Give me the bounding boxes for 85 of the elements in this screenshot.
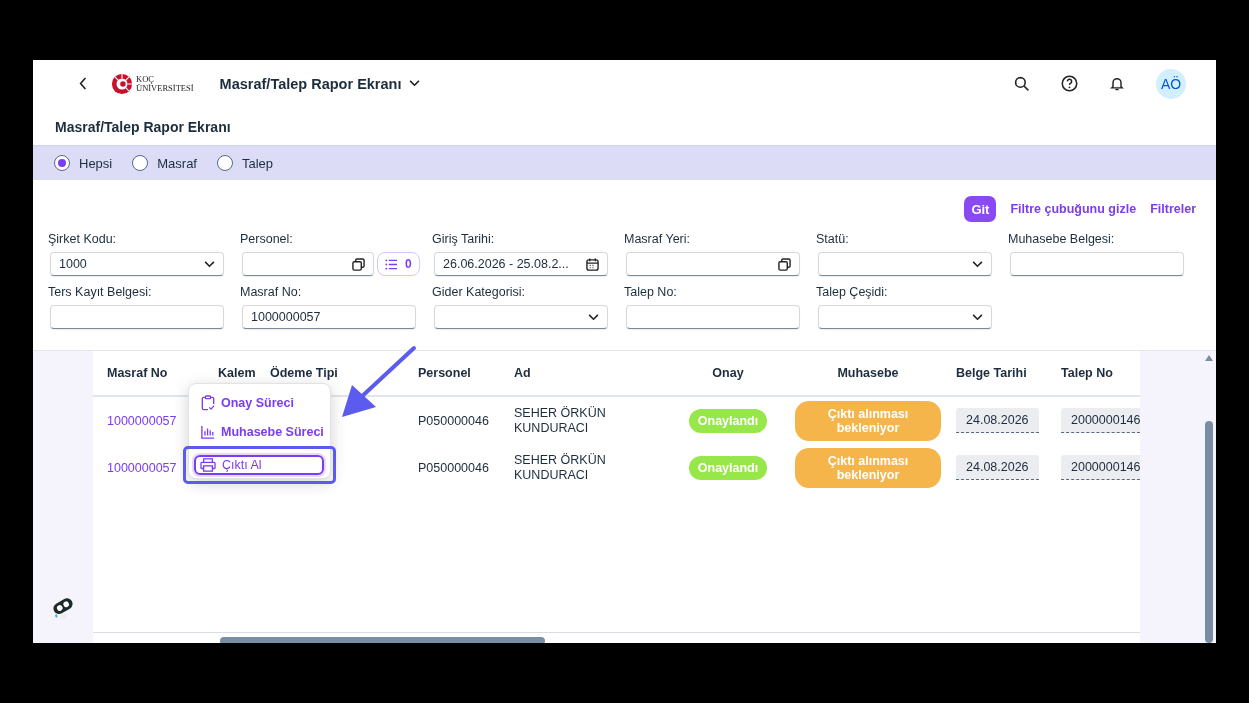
calendar-icon[interactable] xyxy=(586,257,599,271)
field-label: Muhasebe Belgesi: xyxy=(1008,232,1116,246)
input-field[interactable] xyxy=(242,252,374,276)
column-header: Kalem xyxy=(218,366,257,380)
filters-link[interactable]: Filtreler xyxy=(1150,202,1196,216)
back-icon[interactable] xyxy=(79,77,87,90)
date-field[interactable]: 26.06.2026 - 25.08.2... xyxy=(434,252,608,276)
radio-label[interactable]: Talep xyxy=(242,155,274,171)
logo-text: KOÇ xyxy=(136,74,155,84)
column-header: Ad xyxy=(514,366,532,380)
field-label: Şirket Kodu: xyxy=(48,232,118,246)
robot-icon[interactable] xyxy=(50,595,76,621)
menu-item[interactable]: Onay Süreci xyxy=(189,388,294,417)
radio-button[interactable] xyxy=(217,155,233,171)
read-only-field: 2000000146 xyxy=(1061,455,1140,480)
field-label: Gider Kategorisi: xyxy=(432,285,527,299)
dropdown-caret-icon[interactable] xyxy=(204,260,215,268)
select-field[interactable]: 1000 xyxy=(50,252,224,276)
field-label: Talep Çeşidi: xyxy=(816,285,889,299)
bar-chart-icon xyxy=(201,424,215,439)
column-header: Talep No xyxy=(1061,366,1114,380)
menu-item[interactable]: Çıktı Al xyxy=(194,455,324,475)
column-header: Ödeme Tipi xyxy=(270,366,339,380)
page-title: Masraf/Talep Rapor Ekranı xyxy=(54,118,232,137)
dropdown-caret-icon[interactable] xyxy=(972,313,983,321)
radio-button[interactable] xyxy=(132,155,149,171)
help-icon[interactable] xyxy=(1061,75,1078,92)
column-header: Muhasebe xyxy=(836,366,900,380)
column-header: Belge Tarihi xyxy=(956,366,1028,380)
field-value: 1000 xyxy=(59,257,87,271)
field-label: Talep No: xyxy=(624,285,678,299)
table-cell-text: P050000046 xyxy=(418,413,490,428)
radio-label[interactable]: Hepsi xyxy=(79,155,113,171)
field-label: Masraf Yeri: xyxy=(624,232,691,246)
status-badge: Onaylandı xyxy=(688,455,768,480)
app-title-menu[interactable]: Masraf/Talep Rapor Ekranı xyxy=(219,75,421,92)
field-label: Personel: xyxy=(240,232,294,246)
input-field[interactable]: 1000000057 xyxy=(242,305,416,329)
hide-filter-bar-link[interactable]: Filtre çubuğunu gizle xyxy=(1010,202,1137,216)
status-badge: Çıktı alınması bekleniyor xyxy=(795,400,941,441)
printer-icon xyxy=(200,458,216,472)
value-help-icon[interactable] xyxy=(778,257,791,271)
user-avatar[interactable]: AÖ xyxy=(1156,68,1186,99)
search-icon[interactable] xyxy=(1014,75,1030,92)
input-field[interactable] xyxy=(626,252,800,276)
selected-items-button[interactable]: 0 xyxy=(377,252,420,276)
select-field[interactable] xyxy=(818,305,992,329)
table-cell-text: P050000046 xyxy=(418,460,490,475)
field-label: Masraf No: xyxy=(240,285,303,299)
spiral-logo-icon xyxy=(111,72,133,95)
radio-label[interactable]: Masraf xyxy=(157,155,197,171)
status-badge: Çıktı alınması bekleniyor xyxy=(795,447,941,488)
notification-bell-icon[interactable] xyxy=(1109,75,1125,92)
table-cell-text: SEHER ÖRKÜN KUNDURACI xyxy=(514,452,607,483)
select-field[interactable] xyxy=(818,252,992,276)
column-header: Personel xyxy=(418,366,472,380)
field-value: 1000000057 xyxy=(251,310,321,324)
logo-text: ÜNİVERSİTESİ xyxy=(136,83,194,93)
column-header: Masraf No xyxy=(107,366,169,380)
caret-icon[interactable] xyxy=(409,80,421,87)
dropdown-caret-icon[interactable] xyxy=(588,313,599,321)
list-icon xyxy=(385,258,398,270)
select-field[interactable] xyxy=(434,305,608,329)
expense-number-link[interactable]: 1000000057 xyxy=(107,413,177,428)
status-badge: Onaylandı xyxy=(688,408,768,433)
column-header: Onay xyxy=(711,366,745,380)
field-label: Statü: xyxy=(816,232,850,246)
read-only-field: 2000000146 xyxy=(1061,408,1140,433)
input-field[interactable] xyxy=(50,305,224,329)
field-label: Giriş Tarihi: xyxy=(432,232,496,246)
read-only-field: 24.08.2026 xyxy=(956,455,1039,480)
radio-button[interactable] xyxy=(54,155,70,171)
horizontal-scrollbar[interactable] xyxy=(93,632,1140,643)
clipboard-check-icon xyxy=(201,394,215,411)
expense-number-link[interactable]: 1000000057 xyxy=(107,460,177,475)
dropdown-caret-icon[interactable] xyxy=(972,260,983,268)
input-field[interactable] xyxy=(626,305,800,329)
field-value: 26.06.2026 - 25.08.2... xyxy=(443,257,569,271)
input-field[interactable] xyxy=(1010,252,1184,276)
read-only-field: 24.08.2026 xyxy=(956,408,1039,433)
value-help-icon[interactable] xyxy=(352,257,365,271)
go-button[interactable]: Git xyxy=(964,196,997,222)
field-label: Ters Kayıt Belgesi: xyxy=(48,285,153,299)
table-cell-text: SEHER ÖRKÜN KUNDURACI xyxy=(514,405,607,436)
menu-item[interactable]: Muhasebe Süreci xyxy=(189,417,324,446)
